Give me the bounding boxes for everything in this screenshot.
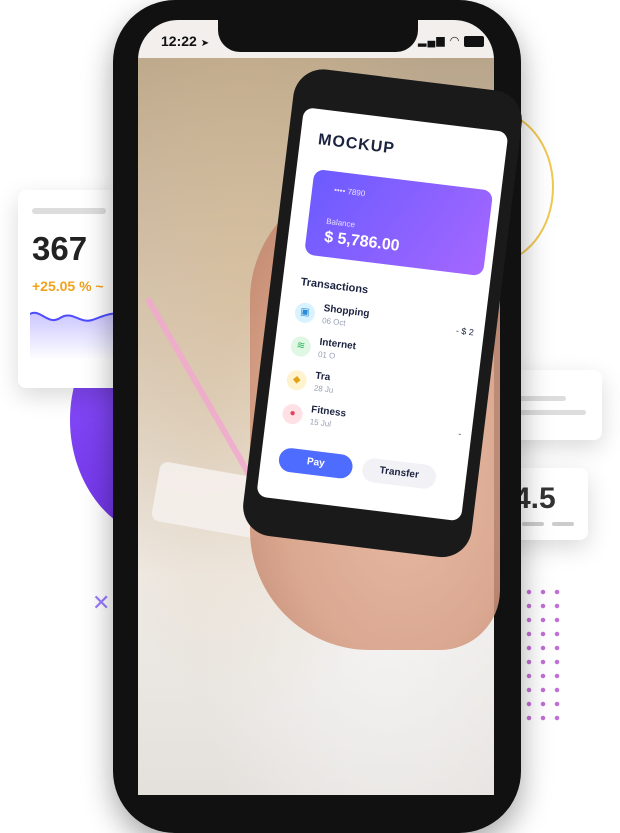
car-icon: ◆ (285, 369, 308, 392)
bank-card[interactable]: •••• 7890 Balance $ 5,786.00 (304, 168, 494, 277)
fitness-icon: ● (281, 402, 304, 426)
close-x-decoration-icon: ✕ (92, 590, 111, 615)
stat-card: 367 +25.05 % ~ (18, 190, 128, 388)
info-card-line (516, 410, 586, 415)
transfer-button[interactable]: Transfer (360, 457, 438, 490)
rating-card-line (552, 522, 574, 526)
battery-icon (464, 35, 485, 47)
card-number: •••• 7890 (333, 185, 366, 199)
status-time: 12:22 ➤ (161, 33, 210, 49)
wifi-icon: ◠ (449, 35, 461, 47)
stat-value: 367 (32, 230, 88, 267)
signal-icon: ▂▄▆ (418, 35, 446, 47)
inner-phone-screen: MOCKUP •••• 7890 Balance $ 5,786.00 Tran… (256, 107, 509, 522)
balance-label: Balance (325, 216, 356, 230)
balance-value: $ 5,786.00 (323, 228, 401, 255)
transaction-date: 28 Ju (313, 383, 334, 395)
transaction-name: Tra (314, 370, 331, 384)
transaction-amount: - (457, 428, 463, 439)
transaction-date: 06 Oct (321, 315, 347, 328)
transaction-date: 01 O (317, 349, 336, 361)
status-icons: ▂▄▆ ◠ (418, 34, 485, 47)
stat-card-header-bar (32, 208, 106, 214)
wifi-icon: ≋ (289, 335, 312, 358)
info-card-line (516, 396, 566, 401)
transactions-title: Transactions (299, 276, 369, 297)
app-title: MOCKUP (317, 131, 396, 158)
pay-button[interactable]: Pay (277, 446, 354, 480)
stat-change: +25.05 % ~ (32, 278, 104, 294)
rating-card-line (522, 522, 544, 526)
phone-notch (218, 20, 418, 52)
transaction-date: 15 Jul (309, 417, 332, 429)
transaction-amount: - $ 2 (455, 325, 475, 338)
shopping-basket-icon: ▣ (293, 301, 317, 324)
location-arrow-icon: ➤ (200, 38, 210, 49)
